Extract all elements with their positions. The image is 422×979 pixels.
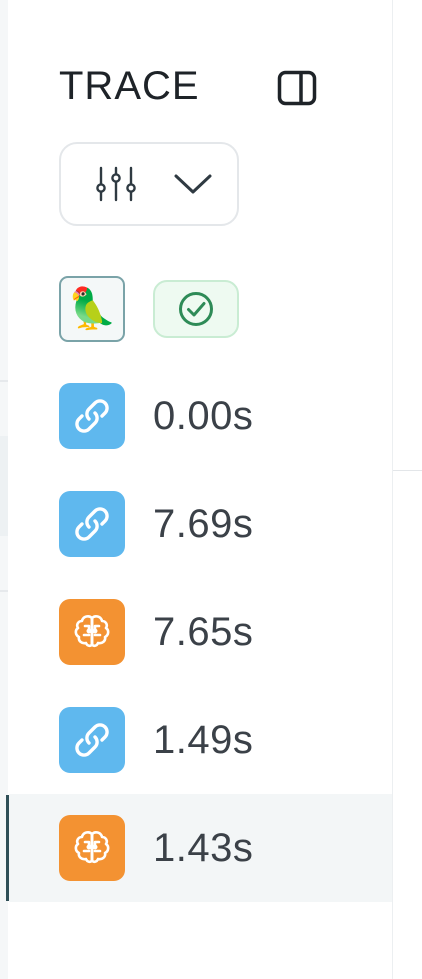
chevron-down-icon (174, 174, 212, 194)
status-badge[interactable] (153, 280, 239, 338)
brain-icon (74, 615, 110, 648)
background-app-edge (0, 0, 9, 979)
background-divider (0, 590, 8, 592)
span-duration: 1.43s (153, 826, 254, 870)
check-circle-icon (179, 292, 213, 326)
brain-icon (74, 831, 110, 864)
background-divider (0, 380, 8, 382)
trace-row[interactable]: 7.69s (9, 470, 392, 578)
trace-row[interactable]: 0.00s (9, 362, 392, 470)
span-duration: 7.69s (153, 502, 254, 546)
chain-span-badge (59, 707, 125, 773)
link-icon (75, 723, 109, 757)
trace-page: TRACE 🦜 0.00s 7.69s 7.65s 1.49s 1.43s (0, 0, 422, 979)
span-duration: 0.00s (153, 394, 254, 438)
link-icon (75, 507, 109, 541)
panel-title: TRACE (59, 64, 200, 108)
link-icon (75, 399, 109, 433)
sidebar-toggle-button[interactable] (275, 66, 319, 110)
llm-span-badge (59, 599, 125, 665)
panel-header: TRACE (9, 60, 392, 116)
trace-row[interactable]: 1.49s (9, 686, 392, 794)
trace-list: 0.00s 7.69s 7.65s 1.49s 1.43s (9, 362, 392, 902)
background-main-edge (392, 0, 422, 979)
filter-dropdown[interactable] (59, 142, 239, 226)
agent-avatar[interactable]: 🦜 (59, 276, 125, 342)
span-duration: 1.49s (153, 718, 254, 762)
trace-row[interactable]: 7.65s (9, 578, 392, 686)
background-row (0, 436, 8, 536)
trace-panel: TRACE 🦜 0.00s 7.69s 7.65s 1.49s 1.43s (9, 0, 392, 979)
sidebar-panel-icon (277, 70, 317, 106)
chain-span-badge (59, 383, 125, 449)
llm-span-badge (59, 815, 125, 881)
parrot-icon: 🦜 (67, 287, 117, 331)
sliders-icon (96, 166, 136, 202)
background-divider (393, 470, 422, 471)
trace-row-selected[interactable]: 1.43s (9, 794, 392, 902)
chain-span-badge (59, 491, 125, 557)
span-duration: 7.65s (153, 610, 254, 654)
